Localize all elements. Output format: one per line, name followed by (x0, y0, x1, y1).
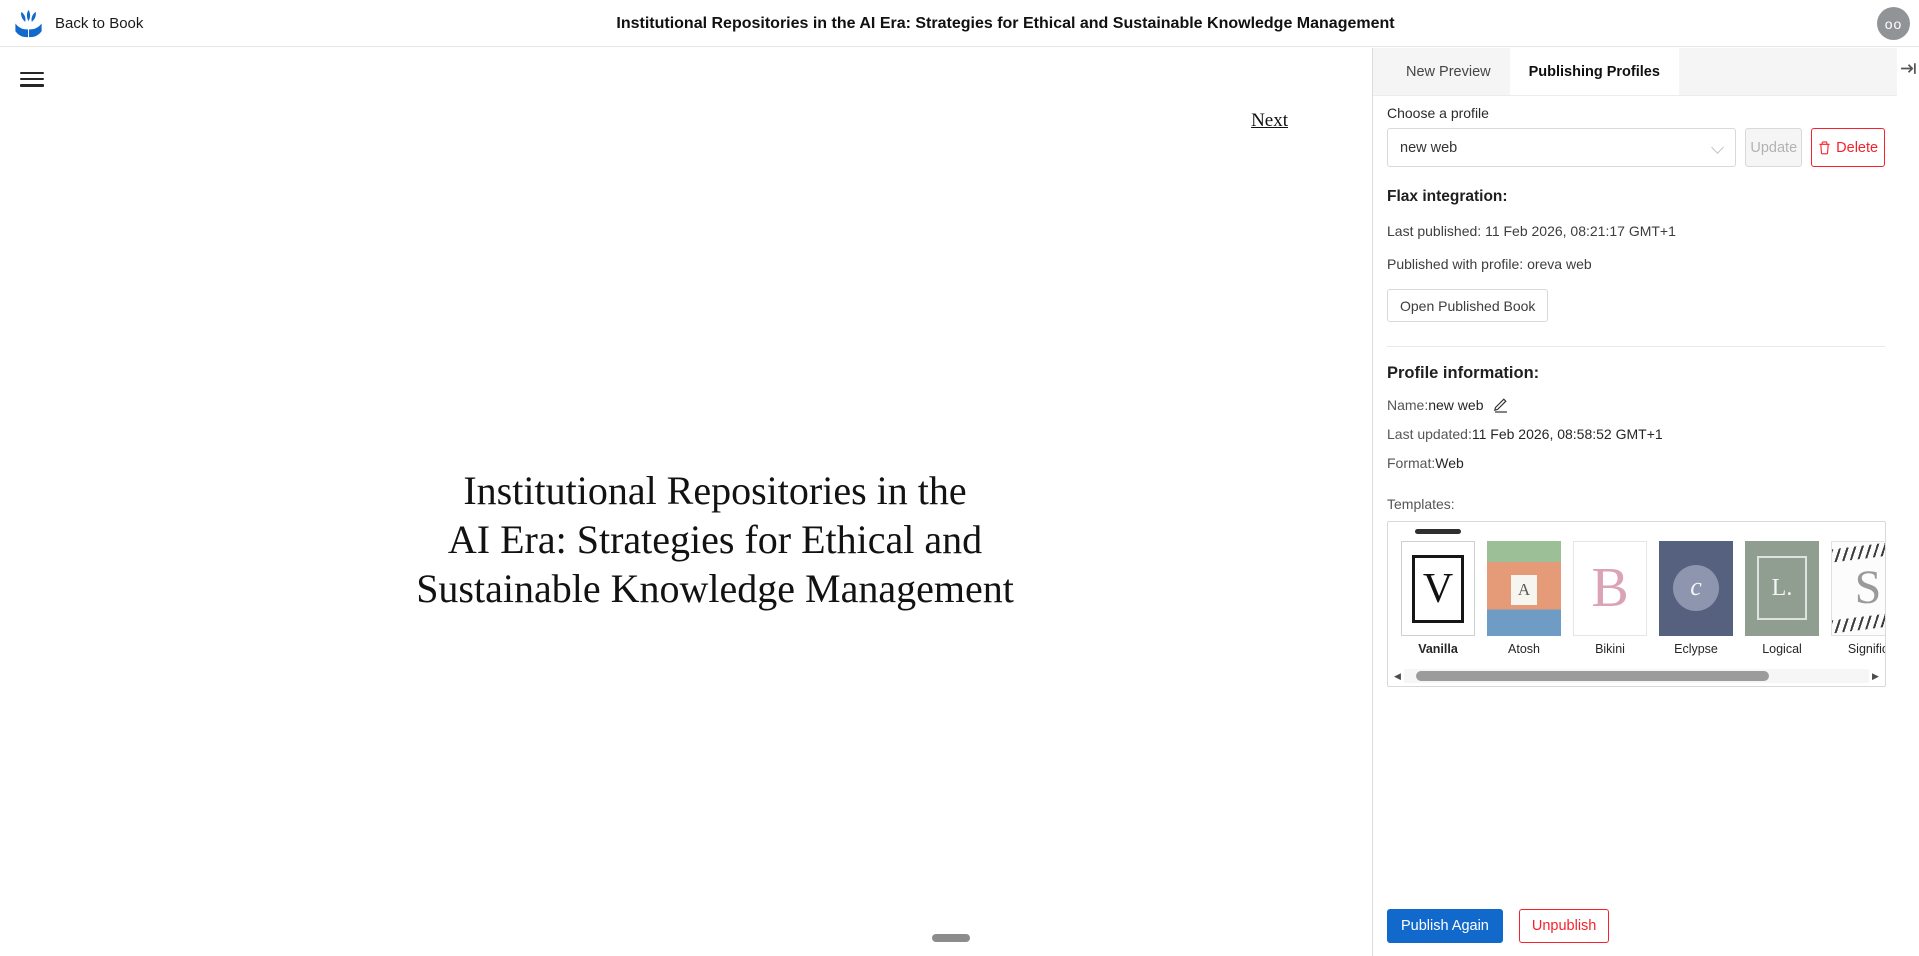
format-row: Format:Web (1387, 455, 1885, 471)
book-preview-area: Next Institutional Repositories in the A… (0, 48, 1372, 956)
panel-gutter (1897, 48, 1919, 956)
scroll-right-icon[interactable]: ▶ (1869, 669, 1882, 683)
open-published-book-button[interactable]: Open Published Book (1387, 289, 1548, 322)
choose-profile-label: Choose a profile (1387, 105, 1885, 121)
template-name: Signific (1831, 642, 1886, 656)
title-line-3: Sustainable Knowledge Management (58, 564, 1372, 613)
chevron-down-icon (1711, 141, 1724, 154)
profile-information-heading: Profile information: (1387, 364, 1885, 383)
name-label: Name: (1387, 397, 1428, 413)
unpublish-button[interactable]: Unpublish (1519, 909, 1610, 943)
scrollbar-track[interactable] (1404, 669, 1869, 683)
publishing-panel: New Preview Publishing Profiles Choose a… (1372, 48, 1897, 956)
template-signific-letter: S (1855, 561, 1882, 614)
edit-name-icon[interactable] (1493, 396, 1509, 413)
title-line-1: Institutional Repositories in the (58, 466, 1372, 515)
user-avatar[interactable]: oo (1877, 7, 1910, 40)
update-button[interactable]: Update (1745, 128, 1802, 167)
menu-bar (20, 78, 44, 81)
template-name: Atosh (1487, 642, 1561, 656)
top-header: Back to Book Institutional Repositories … (0, 0, 1919, 47)
template-signific-thumbnail: S (1831, 541, 1886, 636)
scroll-left-icon[interactable]: ◀ (1391, 669, 1404, 683)
last-published-text: Last published: 11 Feb 2026, 08:21:17 GM… (1387, 223, 1885, 239)
menu-icon[interactable] (20, 68, 44, 89)
template-eclypse-thumbnail: c (1659, 541, 1733, 636)
profile-select[interactable]: new web (1387, 128, 1736, 167)
templates-strip: V Vanilla A Atosh B Bikini c (1401, 541, 1886, 656)
publish-actions: Publish Again Unpublish (1387, 909, 1609, 943)
last-updated-value: 11 Feb 2026, 08:58:52 GMT+1 (1472, 426, 1663, 442)
menu-bar (20, 72, 44, 75)
name-value: new web (1428, 397, 1483, 413)
template-vanilla-letter: V (1412, 555, 1464, 623)
template-logical-letter: L. (1757, 556, 1807, 620)
panel-body: Choose a profile new web Update Delete F… (1373, 96, 1897, 956)
tab-publishing-profiles[interactable]: Publishing Profiles (1510, 48, 1679, 95)
selected-template-indicator (1415, 529, 1461, 534)
stripe-decoration (1831, 611, 1886, 635)
profile-row: new web Update Delete (1387, 128, 1885, 167)
template-bikini-thumbnail: B (1573, 541, 1647, 636)
template-atosh-letter: A (1511, 575, 1537, 605)
template-logical[interactable]: L. Logical (1745, 541, 1819, 656)
template-vanilla-thumbnail: V (1401, 541, 1475, 636)
template-eclypse[interactable]: c Eclypse (1659, 541, 1733, 656)
page-resize-handle[interactable] (932, 934, 970, 942)
last-updated-row: Last updated:11 Feb 2026, 08:58:52 GMT+1 (1387, 426, 1885, 442)
template-atosh[interactable]: A Atosh (1487, 541, 1561, 656)
profile-select-value: new web (1400, 140, 1457, 156)
last-updated-label: Last updated: (1387, 426, 1472, 442)
app-logo-icon (12, 7, 45, 40)
profile-name-row: Name:new web (1387, 396, 1885, 413)
template-signific[interactable]: S Signific (1831, 541, 1886, 656)
template-vanilla[interactable]: V Vanilla (1401, 541, 1475, 656)
menu-bar (20, 84, 44, 87)
templates-scrollbar: ◀ ▶ (1391, 669, 1882, 683)
publish-again-button[interactable]: Publish Again (1387, 909, 1503, 943)
format-value: Web (1435, 455, 1464, 471)
book-title-page: Institutional Repositories in the AI Era… (58, 466, 1372, 613)
template-name: Logical (1745, 642, 1819, 656)
template-name: Vanilla (1401, 642, 1475, 656)
tab-new-preview[interactable]: New Preview (1387, 48, 1510, 95)
flax-heading: Flax integration: (1387, 188, 1885, 206)
templates-label: Templates: (1387, 496, 1885, 512)
format-label: Format: (1387, 455, 1435, 471)
template-logical-thumbnail: L. (1745, 541, 1819, 636)
collapse-panel-icon[interactable] (1899, 60, 1917, 78)
template-name: Eclypse (1659, 642, 1733, 656)
next-page-link[interactable]: Next (1251, 110, 1288, 132)
book-title-header: Institutional Repositories in the AI Era… (46, 0, 1919, 47)
trash-icon (1818, 141, 1831, 155)
published-with-profile-text: Published with profile: oreva web (1387, 256, 1885, 272)
title-line-2: AI Era: Strategies for Ethical and (58, 515, 1372, 564)
template-name: Bikini (1573, 642, 1647, 656)
panel-tabs: New Preview Publishing Profiles (1373, 48, 1897, 96)
template-bikini[interactable]: B Bikini (1573, 541, 1647, 656)
stripe-decoration (1831, 541, 1886, 563)
delete-button-label: Delete (1836, 140, 1878, 156)
template-eclypse-letter: c (1673, 565, 1719, 611)
scrollbar-thumb[interactable] (1416, 671, 1769, 681)
templates-scroller: V Vanilla A Atosh B Bikini c (1387, 521, 1886, 687)
divider (1387, 346, 1885, 347)
template-atosh-thumbnail: A (1487, 541, 1561, 636)
delete-button[interactable]: Delete (1811, 128, 1885, 167)
